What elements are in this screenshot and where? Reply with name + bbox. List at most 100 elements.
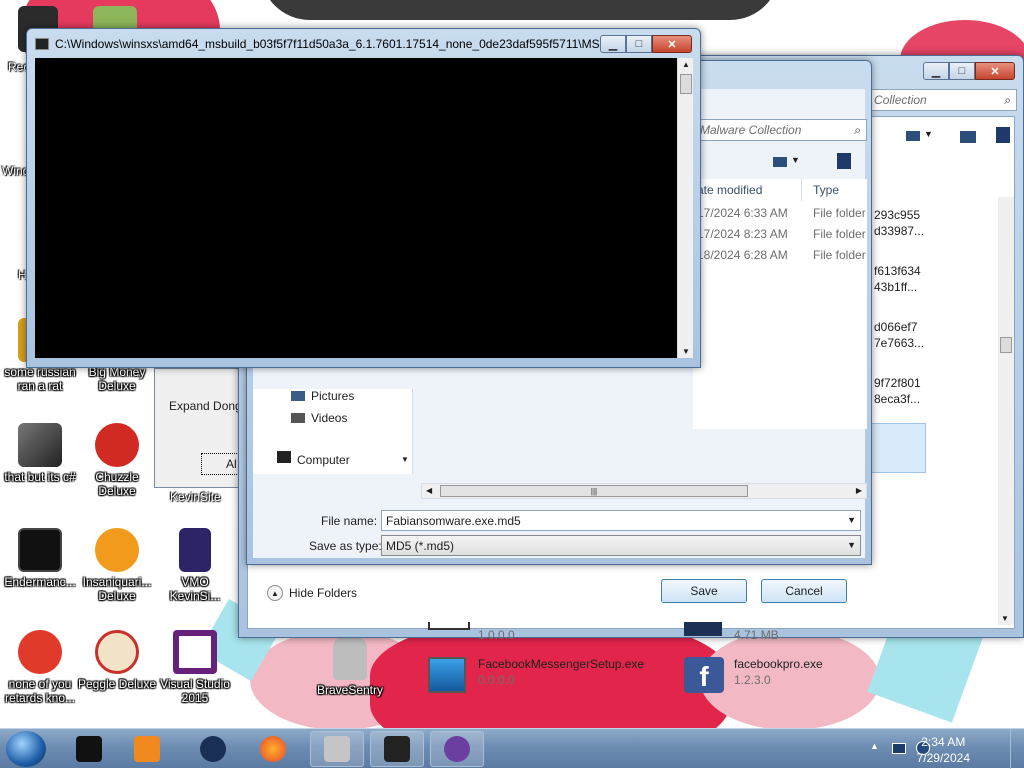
desktop-icon-that-but[interactable]: that but its c# — [0, 423, 80, 484]
taskbar-item-cmd[interactable] — [62, 731, 116, 767]
desktop-icon-chuzzle[interactable]: Chuzzle Deluxe — [77, 423, 157, 498]
file-item[interactable]: FacebookMessengerSetup.exe 0.0.0.0 — [428, 657, 668, 693]
preview-pane-icon[interactable] — [960, 131, 976, 143]
hash-text: 43b1ff... — [874, 280, 918, 294]
tree-scroll-down-icon[interactable]: ▼ — [401, 455, 409, 464]
close-button[interactable]: ✕ — [652, 35, 692, 53]
hide-folders-button[interactable]: ▲ Hide Folders — [267, 583, 357, 603]
chuzzle-icon — [95, 423, 139, 467]
view-dropdown-icon[interactable]: ▼ — [791, 155, 800, 165]
desktop-icon-label: VMO KevinSi... — [169, 575, 221, 603]
file-icon — [428, 622, 470, 630]
network-icon[interactable] — [892, 743, 906, 754]
help-icon[interactable] — [996, 127, 1010, 143]
search-placeholder: Malware Collection — [700, 123, 802, 137]
view-options-icon[interactable] — [773, 157, 787, 167]
hide-folders-label: Hide Folders — [289, 586, 358, 600]
hash-text: 8eca3f... — [874, 392, 921, 406]
row-type[interactable]: File folder — [813, 206, 866, 220]
facebook-icon: f — [684, 657, 724, 693]
selected-item-highlight[interactable] — [866, 423, 926, 473]
scroll-up-icon[interactable]: ▲ — [682, 60, 690, 69]
red-logo-icon — [18, 630, 62, 674]
file-list: ate modified Type 17/2024 6:33 AM File f… — [693, 179, 867, 429]
desktop-icon-none-of-you[interactable]: none of you retards kno... — [0, 630, 80, 705]
desktop-icon-label: that but its c# — [4, 470, 76, 484]
help-icon[interactable] — [837, 153, 851, 169]
dialog-search-input[interactable]: Malware Collection ⌕ — [693, 119, 867, 141]
console-scrollbar[interactable]: ▲ ▼ — [677, 58, 693, 358]
desktop-icon-vmo[interactable]: VMO KevinSi... — [155, 528, 235, 603]
minimize-button[interactable]: ▁ — [600, 35, 626, 53]
taskbar-item-media[interactable] — [120, 731, 174, 767]
visual-studio-icon — [173, 630, 217, 674]
desktop-icon-peggle[interactable]: Peggle Deluxe — [77, 630, 157, 691]
system-clock[interactable]: 2:34 AM 7/29/2024 — [917, 734, 970, 766]
file-version: 0.0.0.0 — [478, 673, 515, 687]
window-controls: ▁ □ ✕ — [923, 62, 1015, 80]
column-type[interactable]: Type — [813, 183, 839, 197]
console-output[interactable] — [35, 58, 677, 358]
row-date[interactable]: 17/2024 8:23 AM — [697, 227, 788, 241]
scroll-thumb[interactable]: ||| — [440, 485, 748, 497]
scroll-down-icon[interactable]: ▼ — [1001, 614, 1009, 623]
folder-tree: Pictures Videos Computer ▼ — [253, 389, 413, 474]
computer-icon — [277, 451, 291, 463]
start-button[interactable] — [6, 731, 46, 767]
desktop-icon-label: BraveSentry — [316, 683, 384, 697]
view-options-icon[interactable] — [906, 131, 920, 141]
maximize-button[interactable]: □ — [949, 62, 975, 80]
clock-time: 2:34 AM — [921, 735, 966, 749]
row-type[interactable]: File folder — [813, 227, 866, 241]
enderman-icon — [18, 528, 62, 572]
file-item[interactable]: 1.0.0.0 — [428, 622, 668, 658]
file-item[interactable]: f facebookpro.exe 1.2.3.0 — [684, 657, 924, 693]
console-window-icon — [384, 736, 410, 762]
column-date-modified[interactable]: ate modified — [697, 183, 762, 197]
horizontal-scrollbar[interactable]: ◀ ||| ▶ — [421, 483, 867, 499]
hash-text: 9f72f801 — [874, 376, 921, 390]
show-hidden-icons[interactable]: ▲ — [870, 741, 879, 751]
file-name: facebookpro.exe — [734, 657, 823, 671]
desktop-icon-insaniquarium[interactable]: Insaniquari... Deluxe — [77, 528, 157, 603]
scroll-thumb[interactable] — [1000, 337, 1012, 353]
chevron-down-icon[interactable]: ▼ — [847, 515, 856, 525]
taskbar-item-bravesentry[interactable] — [310, 731, 364, 767]
scroll-thumb[interactable] — [680, 74, 692, 94]
scroll-down-icon[interactable]: ▼ — [682, 347, 690, 356]
tree-item-pictures[interactable]: Pictures — [311, 389, 354, 403]
desktop-icon-enderman[interactable]: Endermanc... — [0, 528, 80, 589]
vertical-scrollbar[interactable]: ▼ — [998, 197, 1014, 625]
search-icon: ⌕ — [1004, 93, 1011, 107]
maximize-button[interactable]: □ — [626, 35, 652, 53]
hash-text: d33987... — [874, 224, 925, 238]
videos-icon — [291, 413, 305, 423]
file-item[interactable]: 4.71 MB — [684, 622, 924, 658]
row-date[interactable]: 17/2024 6:33 AM — [697, 206, 788, 220]
chevron-down-icon[interactable]: ▼ — [847, 540, 856, 550]
console-app-icon — [35, 38, 49, 50]
minimize-button[interactable]: ▁ — [923, 62, 949, 80]
show-desktop-button[interactable] — [1010, 729, 1024, 769]
row-date[interactable]: 18/2024 6:28 AM — [697, 248, 788, 262]
close-button[interactable]: ✕ — [975, 62, 1015, 80]
desktop-icon-visual-studio[interactable]: Visual Studio 2015 — [155, 630, 235, 705]
tree-item-videos[interactable]: Videos — [311, 411, 347, 425]
cancel-button[interactable]: Cancel — [761, 579, 847, 603]
file-name-input[interactable]: Fabiansomware.exe.md5 ▼ — [381, 510, 861, 531]
view-dropdown-icon[interactable]: ▼ — [924, 129, 933, 139]
row-type[interactable]: File folder — [813, 248, 866, 262]
expand-dong-text: Expand Dong — [169, 399, 242, 413]
taskbar-item-explorer[interactable] — [370, 731, 424, 767]
save-as-type-select[interactable]: MD5 (*.md5) ▼ — [381, 535, 861, 556]
scroll-right-icon[interactable]: ▶ — [856, 486, 862, 495]
console-icon — [76, 736, 102, 762]
tree-item-computer[interactable]: Computer — [297, 453, 350, 467]
desktop-icon-bravesentry[interactable]: BraveSentry — [310, 636, 390, 697]
save-button[interactable]: Save — [661, 579, 747, 603]
taskbar-item-bonzi[interactable] — [430, 731, 484, 767]
taskbar-item-globe[interactable] — [186, 731, 240, 767]
taskbar-item-firefox[interactable] — [246, 731, 300, 767]
peggle-icon — [95, 630, 139, 674]
scroll-left-icon[interactable]: ◀ — [426, 486, 432, 495]
